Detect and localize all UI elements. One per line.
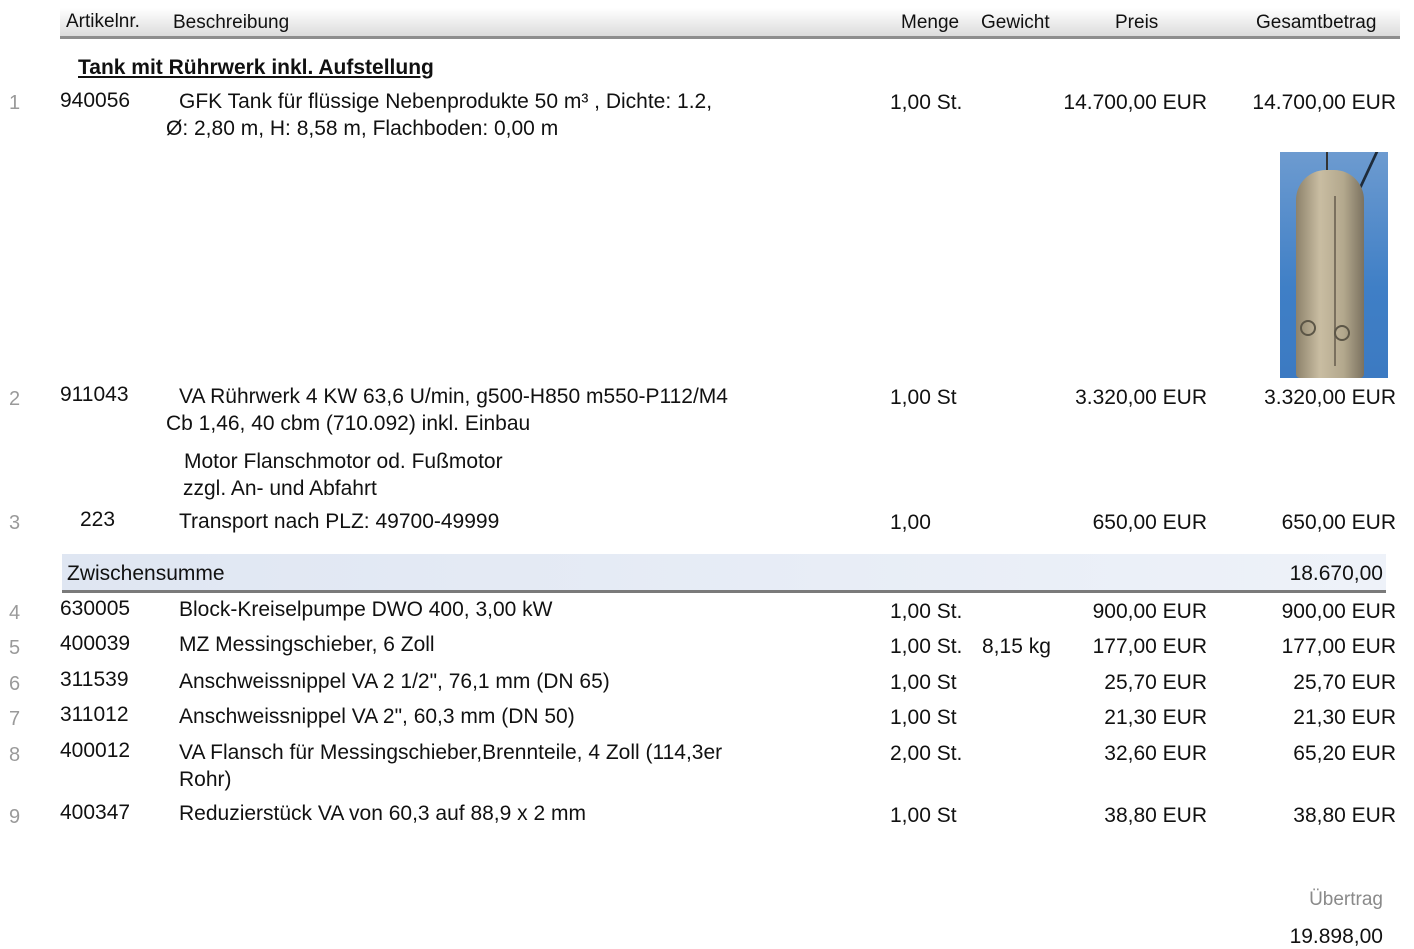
- carry-value: 19.898,00: [1289, 925, 1383, 948]
- unit-price: 650,00 EUR: [1092, 511, 1207, 534]
- article-number: 911043: [60, 383, 129, 406]
- tank-hatch: [1300, 320, 1316, 336]
- description-line: Anschweissnippel VA 2", 60,3 mm (DN 50): [179, 705, 575, 728]
- total-amount: 38,80 EUR: [1293, 804, 1396, 827]
- unit-price: 25,70 EUR: [1104, 671, 1207, 694]
- total-amount: 900,00 EUR: [1281, 600, 1396, 623]
- header-menge: Menge: [901, 12, 960, 33]
- description-line: Transport nach PLZ: 49700-49999: [179, 510, 500, 533]
- header-gesamtbetrag: Gesamtbetrag: [1256, 12, 1377, 33]
- description-line: Reduzierstück VA von 60,3 auf 88,9 x 2 m…: [179, 802, 586, 825]
- carry-label: Übertrag: [1309, 889, 1383, 910]
- tank-body: [1296, 170, 1364, 378]
- description-line: Block-Kreiselpumpe DWO 400, 3,00 kW: [179, 598, 553, 621]
- note-fahrt: zzgl. An- und Abfahrt: [183, 477, 377, 500]
- unit-price: 21,30 EUR: [1104, 706, 1207, 729]
- article-number: 311012: [60, 703, 129, 726]
- unit-price: 900,00 EUR: [1092, 600, 1207, 623]
- article-number: 630005: [60, 597, 131, 620]
- description-line: VA Flansch für Messingschieber,Brennteil…: [179, 741, 723, 764]
- quantity: 1,00 St: [890, 706, 957, 729]
- header-preis: Preis: [1115, 12, 1159, 33]
- unit-price: 177,00 EUR: [1092, 635, 1207, 658]
- position-number: 5: [9, 637, 21, 659]
- description-line: GFK Tank für flüssige Nebenprodukte 50 m…: [179, 90, 713, 113]
- quantity: 1,00 St.: [890, 600, 963, 623]
- position-number: 4: [9, 602, 21, 624]
- subtotal-bar: [62, 554, 1386, 593]
- position-number: 6: [9, 673, 21, 695]
- description-line: Cb 1,46, 40 cbm (710.092) inkl. Einbau: [166, 412, 531, 435]
- header-artikelnr: Artikelnr.: [66, 11, 140, 32]
- article-number: 223: [80, 508, 116, 531]
- note-motor: Motor Flanschmotor od. Fußmotor: [184, 450, 503, 473]
- description-line: Rohr): [179, 768, 232, 791]
- position-number: 7: [9, 708, 21, 730]
- subtotal-value: 18.670,00: [1289, 562, 1383, 585]
- unit-price: 38,80 EUR: [1104, 804, 1207, 827]
- quantity: 1,00 St.: [890, 635, 963, 658]
- position-number: 2: [9, 388, 21, 410]
- tank-photo: [1280, 152, 1388, 378]
- unit-price: 3.320,00 EUR: [1075, 386, 1207, 409]
- article-number: 400039: [60, 632, 131, 655]
- total-amount: 177,00 EUR: [1281, 635, 1396, 658]
- tank-seam: [1334, 196, 1336, 366]
- header-gewicht: Gewicht: [981, 12, 1050, 33]
- position-number: 3: [9, 512, 21, 534]
- description-line: VA Rührwerk 4 KW 63,6 U/min, g500-H850 m…: [179, 385, 728, 408]
- position-number: 8: [9, 744, 21, 766]
- quantity: 2,00 St.: [890, 742, 963, 765]
- quantity: 1,00: [890, 511, 931, 534]
- position-number: 1: [9, 92, 21, 114]
- article-number: 400347: [60, 801, 131, 824]
- quantity: 1,00 St: [890, 386, 957, 409]
- description-line: Anschweissnippel VA 2 1/2", 76,1 mm (DN …: [179, 670, 610, 693]
- quantity: 1,00 St.: [890, 91, 963, 114]
- total-amount: 21,30 EUR: [1293, 706, 1396, 729]
- subtotal-label: Zwischensumme: [67, 562, 225, 585]
- total-amount: 25,70 EUR: [1293, 671, 1396, 694]
- section-title: Tank mit Rührwerk inkl. Aufstellung: [78, 56, 434, 79]
- total-amount: 14.700,00 EUR: [1252, 91, 1396, 114]
- quantity: 1,00 St: [890, 804, 957, 827]
- unit-price: 32,60 EUR: [1104, 742, 1207, 765]
- description-line: MZ Messingschieber, 6 Zoll: [179, 633, 435, 656]
- crane-boom: [1356, 152, 1388, 192]
- description-line: Ø: 2,80 m, H: 8,58 m, Flachboden: 0,00 m: [166, 117, 559, 140]
- article-number: 311539: [60, 668, 129, 691]
- total-amount: 650,00 EUR: [1281, 511, 1396, 534]
- article-number: 400012: [60, 739, 131, 762]
- total-amount: 65,20 EUR: [1293, 742, 1396, 765]
- tank-hatch: [1334, 325, 1350, 341]
- article-number: 940056: [60, 89, 131, 112]
- unit-price: 14.700,00 EUR: [1063, 91, 1207, 114]
- total-amount: 3.320,00 EUR: [1264, 386, 1396, 409]
- position-number: 9: [9, 806, 21, 828]
- header-beschreibung: Beschreibung: [173, 12, 290, 33]
- quantity: 1,00 St: [890, 671, 957, 694]
